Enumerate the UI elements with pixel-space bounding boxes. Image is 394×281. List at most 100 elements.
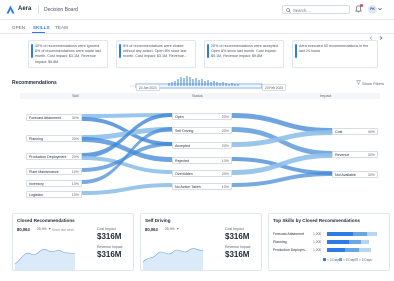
sparkline-chart: [15, 248, 75, 270]
legend-label: < 5 Days: [343, 258, 356, 262]
node-label: Overridden: [175, 172, 193, 177]
skill-bar-row[interactable]: Forecast Attainment 1,000: [273, 231, 390, 237]
kpi-percent: 25.4%: [165, 227, 175, 232]
insight-text: 20% of recommendations were accepted. Op…: [211, 44, 279, 59]
cost-impact-value: $316M: [225, 232, 250, 241]
legend-label: > 5 Days: [359, 258, 372, 262]
cost-impact-label: Cost Impact: [225, 227, 244, 231]
status-node[interactable]: Rejected 10%: [172, 157, 232, 164]
legend-item: < 5 Days: [339, 258, 356, 262]
insight-accent: [295, 44, 297, 58]
skill-bar-row[interactable]: Planning 1,000: [273, 239, 390, 245]
app-name: Aera: [18, 6, 32, 12]
revenue-impact-value: $316M: [97, 250, 122, 259]
active-tab-indicator: [32, 32, 45, 33]
insight-text: 40% of recommendations were ignored. 8% …: [35, 44, 101, 64]
status-node[interactable]: Overridden 20%: [172, 170, 232, 177]
closed-recommendations-card[interactable]: Closed Recommendations 80,063 25.4% ▼ Si…: [12, 213, 134, 271]
node-percent: 20%: [221, 115, 229, 120]
insight-accent: [119, 44, 121, 58]
node-percent: 20%: [221, 172, 229, 177]
node-label: Rejected: [175, 159, 190, 164]
node-label: Cost: [335, 130, 343, 135]
node-label: Logistics: [29, 193, 43, 198]
node-percent: 10%: [221, 185, 229, 190]
skill-node[interactable]: Planning 20%: [26, 135, 82, 142]
show-filters-button[interactable]: Show Filters: [362, 81, 384, 86]
status-node[interactable]: Accepted 20%: [172, 142, 232, 149]
search-box[interactable]: [282, 5, 350, 14]
card-title: Top Skills by Closed Recommendations: [273, 218, 360, 223]
tab-team[interactable]: TEAM: [55, 25, 68, 30]
top-skills-card[interactable]: Top Skills by Closed Recommendations For…: [268, 213, 390, 271]
avatar[interactable]: PK: [368, 5, 377, 14]
node-percent: 10%: [71, 193, 79, 198]
trend-down-icon: ▼: [176, 227, 180, 232]
skill-value: 1,000: [313, 231, 322, 236]
tabs-divider: [0, 33, 394, 34]
status-node[interactable]: Open 20%: [172, 113, 232, 120]
sparkline-chart: [143, 248, 203, 270]
search-icon: [286, 7, 291, 13]
node-label: Planning: [29, 137, 43, 142]
insight-card[interactable]: 20% of recommendations were accepted. Op…: [204, 40, 284, 68]
node-percent: 40%: [367, 130, 375, 135]
insight-card[interactable]: Aera executed 50 recommendations in the …: [292, 40, 378, 68]
bar-segment: [327, 232, 353, 236]
page-title: Decision Board: [44, 6, 78, 13]
legend-label: < 3 Days: [327, 258, 340, 262]
sankey-flow: [82, 183, 172, 195]
legend-item: < 3 Days: [323, 258, 340, 262]
search-input[interactable]: [293, 7, 347, 13]
card-title: Self Driving: [145, 218, 171, 223]
header-divider: [38, 5, 39, 14]
bar-segment: [345, 248, 359, 252]
notification-badge: [359, 4, 363, 7]
node-label: Inventory: [29, 182, 44, 187]
date-end[interactable]: 23 Feb 2023: [262, 84, 286, 91]
skill-node[interactable]: Logistics 10%: [26, 191, 82, 198]
node-label: Plant Maintenance: [29, 170, 59, 175]
filter-icon[interactable]: [356, 80, 361, 85]
skill-bar-row[interactable]: Production Deploym... 1,000: [273, 247, 390, 253]
revenue-impact-label: Revenue Impact: [225, 245, 251, 249]
tab-open[interactable]: OPEN: [12, 25, 25, 30]
bar-segment: [327, 248, 345, 252]
skill-node[interactable]: Plant Maintenance 10%: [26, 168, 82, 175]
status-node[interactable]: No Action Taken 10%: [172, 183, 232, 190]
impact-node[interactable]: Not Available 30%: [332, 171, 378, 178]
node-label: Forecast Attainment: [29, 116, 61, 121]
skill-label: Planning: [273, 239, 287, 244]
node-percent: 30%: [367, 173, 375, 178]
cost-impact-label: Cost Impact: [97, 227, 116, 231]
node-percent: 30%: [367, 153, 375, 158]
node-percent: 20%: [71, 137, 79, 142]
chevron-down-icon[interactable]: [378, 7, 382, 11]
tab-skills[interactable]: SKILLS: [33, 25, 50, 30]
skill-node[interactable]: Forecast Attainment 30%: [26, 114, 82, 121]
insight-card[interactable]: 8% of recommendations were closed withou…: [116, 40, 196, 68]
insight-card[interactable]: 40% of recommendations were ignored. 8% …: [28, 40, 108, 68]
status-node[interactable]: Self Driving 20%: [172, 127, 232, 134]
date-start[interactable]: 23 Jan 2023: [136, 84, 160, 91]
node-label: Self Driving: [175, 129, 194, 134]
insight-accent: [31, 44, 33, 58]
legend-item: > 5 Days: [355, 258, 372, 262]
node-percent: 20%: [221, 144, 229, 149]
node-percent: 20%: [221, 129, 229, 134]
bar-segment: [361, 240, 369, 244]
skill-node[interactable]: Inventory 10%: [26, 180, 82, 187]
trend-down-icon: ▼: [48, 227, 52, 232]
node-label: No Action Taken: [175, 185, 201, 190]
bar-segment: [327, 240, 349, 244]
node-label: Production Deployment: [29, 155, 67, 160]
kpi-count: 80,063: [17, 227, 30, 232]
self-driving-card[interactable]: Self Driving 80,063 25.4% ▼ Cost Impact …: [140, 213, 262, 271]
bar-segment: [349, 240, 361, 244]
impact-node[interactable]: Cost 40%: [332, 128, 378, 135]
kpi-percent: 25.4%: [37, 227, 47, 232]
cost-impact-value: $316M: [97, 232, 122, 241]
node-label: Revenue: [335, 153, 350, 158]
impact-node[interactable]: Revenue 30%: [332, 151, 378, 158]
skill-node[interactable]: Production Deployment 20%: [26, 153, 82, 160]
